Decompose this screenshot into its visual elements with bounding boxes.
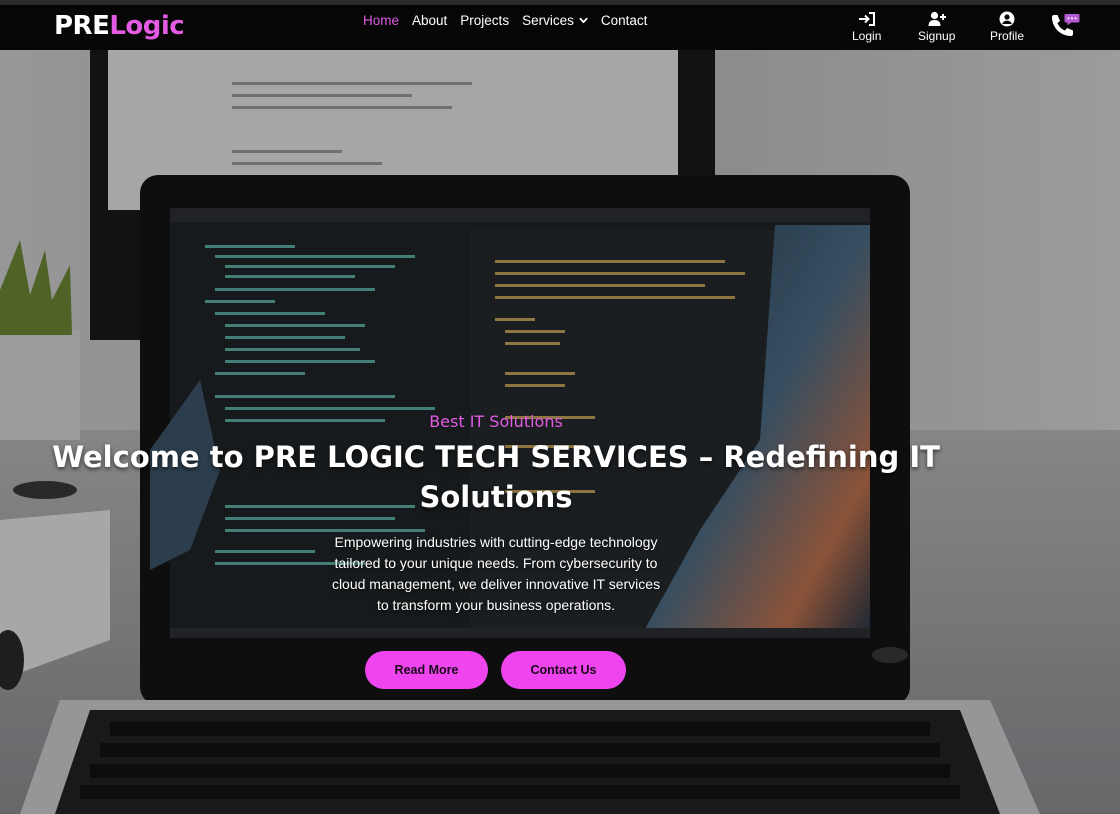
hero-description: Empowering industries with cutting-edge … bbox=[331, 534, 661, 613]
signup-link[interactable]: Signup bbox=[918, 11, 955, 43]
signup-icon bbox=[928, 11, 946, 26]
hero-section: Best IT Solutions Welcome to PRE LOGIC T… bbox=[0, 50, 1120, 814]
chevron-down-icon bbox=[579, 17, 588, 24]
nav-projects[interactable]: Projects bbox=[460, 13, 509, 28]
login-label: Login bbox=[852, 29, 882, 43]
profile-link[interactable]: Profile bbox=[990, 11, 1024, 43]
navbar: PRELogic Home About Projects Services Co… bbox=[0, 5, 1120, 50]
profile-label: Profile bbox=[990, 29, 1025, 43]
signup-label: Signup bbox=[918, 29, 956, 43]
nav-about[interactable]: About bbox=[412, 13, 447, 28]
nav-services[interactable]: Services bbox=[522, 13, 588, 28]
hero-content: Best IT Solutions Welcome to PRE LOGIC T… bbox=[0, 50, 1120, 814]
nav-services-label: Services bbox=[522, 13, 574, 28]
contact-us-button[interactable]: Contact Us bbox=[501, 651, 626, 689]
hero-eyebrow: Best IT Solutions bbox=[429, 412, 563, 431]
read-more-button[interactable]: Read More bbox=[365, 651, 488, 689]
hero-headline: Welcome to PRE LOGIC TECH SERVICES – Red… bbox=[52, 440, 940, 514]
brand-part-pre: PRE bbox=[54, 11, 110, 41]
brand-logo[interactable]: PRELogic bbox=[54, 11, 185, 41]
brand-part-logic: Logic bbox=[109, 11, 185, 41]
nav-home[interactable]: Home bbox=[363, 13, 399, 28]
phone-chat-icon[interactable] bbox=[1048, 11, 1080, 43]
nav-contact[interactable]: Contact bbox=[601, 13, 648, 28]
main-nav: Home About Projects Services Contact bbox=[363, 13, 660, 28]
login-link[interactable]: Login bbox=[852, 11, 881, 43]
profile-icon bbox=[999, 11, 1015, 27]
login-icon bbox=[858, 12, 875, 26]
